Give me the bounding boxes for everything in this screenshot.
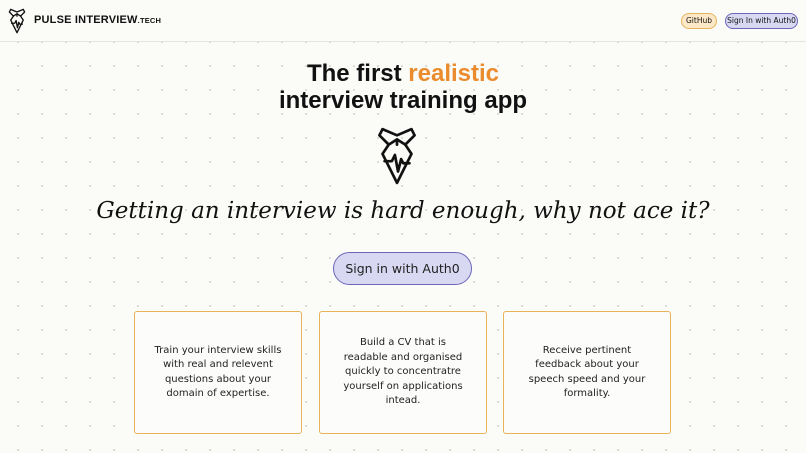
headline-line-1: The first realistic bbox=[0, 60, 806, 87]
brand-name[interactable]: PULSE INTERVIEW.TECH bbox=[34, 14, 161, 26]
top-navbar: PULSE INTERVIEW.TECH GitHub Sign In with… bbox=[0, 0, 806, 42]
page-headline: The first realistic interview training a… bbox=[0, 60, 806, 114]
feature-card-cv: Build a CV that is readable and organise… bbox=[319, 311, 487, 434]
brand-suffix: .TECH bbox=[137, 16, 162, 25]
feature-card-feedback: Receive pertinent feedback about your sp… bbox=[503, 311, 671, 434]
feature-card-text: Receive pertinent feedback about your sp… bbox=[528, 344, 646, 400]
github-button[interactable]: GitHub bbox=[681, 13, 717, 29]
tagline: Getting an interview is hard enough, why… bbox=[96, 198, 710, 224]
brand-main: PULSE INTERVIEW bbox=[34, 14, 138, 26]
tie-pulse-icon[interactable] bbox=[8, 8, 26, 34]
headline-prefix: The first bbox=[306, 60, 409, 87]
nav-signin-button[interactable]: Sign In with Auth0 bbox=[725, 13, 798, 29]
tie-pulse-icon bbox=[378, 127, 416, 185]
feature-card-training: Train your interview skills with real an… bbox=[134, 311, 302, 434]
headline-accent: realistic bbox=[408, 60, 500, 87]
feature-card-text: Build a CV that is readable and organise… bbox=[343, 337, 463, 407]
feature-card-text: Train your interview skills with real an… bbox=[154, 344, 282, 400]
signin-auth0-button[interactable]: Sign in with Auth0 bbox=[333, 252, 472, 285]
headline-line-2: interview training app bbox=[278, 87, 528, 114]
